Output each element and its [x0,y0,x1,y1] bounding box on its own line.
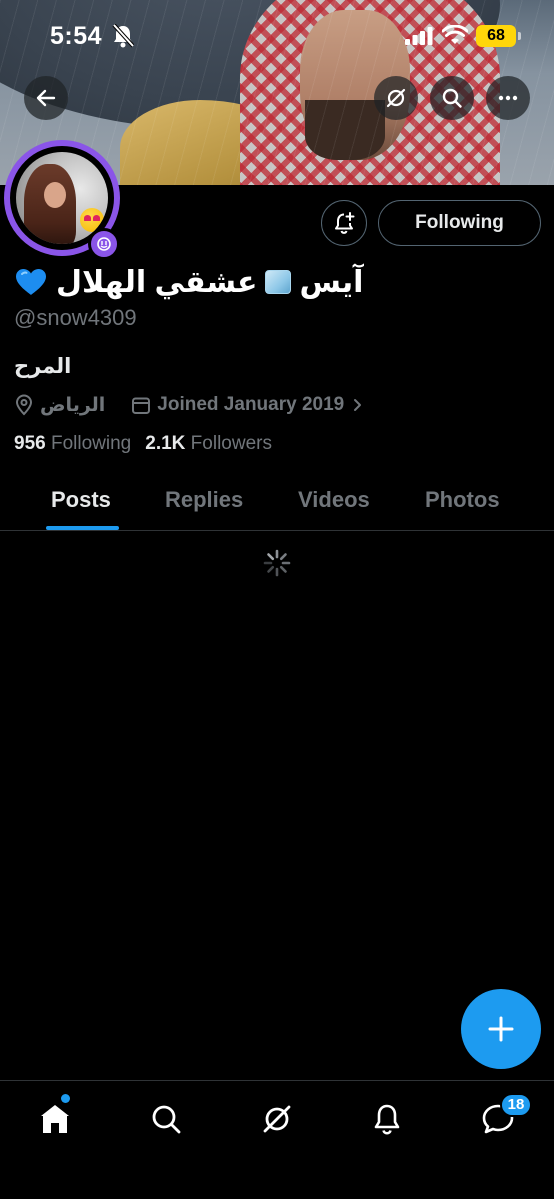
tab-videos[interactable]: Videos [298,487,370,513]
subscriber-badge-icon[interactable] [88,228,120,260]
tab-replies[interactable]: Replies [165,487,243,513]
grok-icon [263,1105,291,1133]
blue-heart-icon [16,269,46,295]
arrow-left-icon [36,89,56,107]
notifications-icon [374,1104,400,1135]
grok-icon [386,88,406,108]
following-button[interactable]: Following [378,200,541,246]
username-handle: @snow4309 [14,305,137,330]
calendar-icon [132,397,151,414]
notify-button[interactable] [321,200,367,246]
nav-grok[interactable] [257,1099,297,1139]
back-button[interactable] [24,76,68,120]
tab-photos[interactable]: Photos [425,487,500,513]
following-link[interactable]: 956 Following [14,433,131,455]
search-icon [442,88,462,108]
signal-icon [405,27,433,45]
home-unread-dot [61,1094,70,1103]
battery-indicator: 68 [476,25,516,47]
status-time: 5:54 [50,22,103,50]
active-tab-indicator [46,526,119,530]
bell-muted-icon [112,24,134,48]
ice-cube-icon [265,270,292,294]
grok-button[interactable] [374,76,418,120]
chevron-right-icon[interactable] [350,396,364,414]
more-horizontal-icon [498,95,518,101]
display-name: عشقي الهلال آيس [14,262,363,302]
more-button[interactable] [486,76,530,120]
wifi-icon [442,25,468,44]
bio: المرح [14,355,72,378]
display-name-part-1: آيس [299,265,364,299]
tab-posts[interactable]: Posts [51,487,111,513]
nav-search[interactable] [146,1099,186,1139]
search-icon [152,1105,181,1134]
joined-date: Joined January 2019 [157,394,345,415]
profile-meta: الرياض Joined January 2019 [14,391,364,419]
profile-screen: 5:54 68 Following عشقي الهلال آيس @snow4… [0,0,554,1199]
display-name-part-2: عشقي الهلال [56,265,258,299]
search-button[interactable] [430,76,474,120]
home-icon [41,1105,69,1133]
bottom-navigation: 18 [0,1080,554,1199]
nav-home[interactable] [35,1099,75,1139]
profile-tabs: Posts Replies Videos Photos [0,470,554,531]
loading-spinner-icon [263,549,291,577]
plus-icon [488,1016,514,1042]
compose-post-button[interactable] [461,989,541,1069]
location-pin-icon [15,394,33,416]
nav-notifications[interactable] [367,1099,407,1139]
messages-badge: 18 [500,1093,532,1117]
followers-link[interactable]: 2.1K Followers [145,433,272,455]
location-text: الرياض [40,394,106,416]
follow-stats: 956 Following 2.1K Followers [14,433,272,455]
bell-plus-icon [335,212,355,234]
